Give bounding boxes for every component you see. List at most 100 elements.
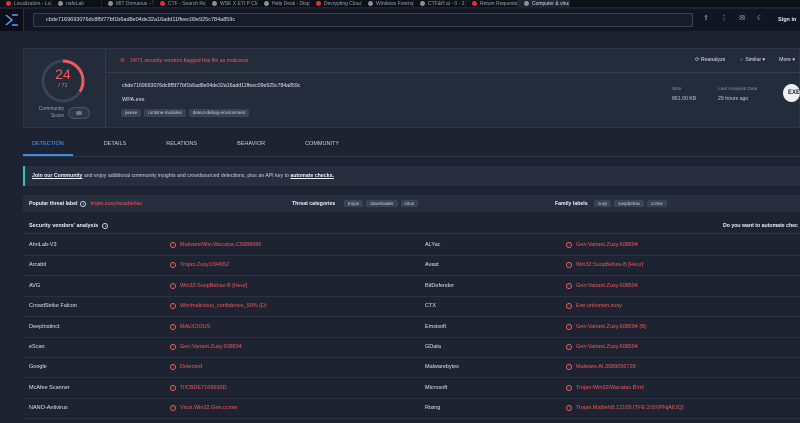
vendor-name: BitDefender [425,282,455,289]
browser-tab-label: Decrypting Cloudor it... [324,0,362,7]
vendor-name: Emsisoft [425,323,447,330]
more-button[interactable]: More ▾ [779,57,795,63]
vendor-name: ALYac [425,242,441,248]
browser-tab-label: Help Desk - Dispos... [272,0,310,7]
theme-toggle-icon[interactable]: ☾ [756,15,764,23]
vendor-result: ! Gen:Variant.Zusy.608594 [566,282,638,289]
vendor-result: ! Trojan.MalbehB.12109 (TFE:3:5lVPNjA8JQ) [566,405,684,412]
vendor-result: ! Ti!CBDE7169693D [170,384,227,391]
browser-tab-label: Windows Forensics... [376,0,414,7]
alert-circle-icon: ! [170,405,176,412]
automate-checks-link[interactable]: automate checks. [290,173,334,179]
browser-tab[interactable]: WSK X ETI P Cleaning... [206,0,258,7]
chat-icon[interactable]: ✉ [738,15,746,23]
family-labels-label: Family labels [555,200,588,207]
browser-tab-label: Localization - Loads... [14,0,51,7]
browser-tab[interactable]: Computer & virusto... [518,0,570,7]
signin-button[interactable]: Sign in [778,17,796,23]
browser-tab-label: CTF&H al - 0 - 2 ... [428,0,466,7]
file-tag[interactable]: detect-debug-environment [188,109,250,117]
vendor-result: ! Malware.AI.3689056728 [566,364,636,371]
browser-tab[interactable]: Decrypting Cloudor it... [310,0,362,7]
alert-circle-icon: ! [566,262,572,269]
alert-circle-icon: ! [170,323,176,330]
browser-tab[interactable]: Localization - Loads... [0,0,52,7]
upload-icon[interactable]: ⇪ [702,15,710,23]
file-name: WPA.exe [122,97,145,103]
browser-tab[interactable]: Windows Forensics... [362,0,414,7]
file-tag[interactable]: runtime-modules [144,109,186,117]
alert-circle-icon: ! [170,242,176,248]
alert-circle-icon: ! [170,303,176,310]
vendor-result: ! Win32:SuspBehav-B [Heur] [170,282,247,289]
threat-category-pill[interactable]: virus [400,200,419,207]
tab-details[interactable]: DETAILS [95,138,136,156]
malicious-alert: ⊘ 24/71 security vendors flagged this fi… [106,49,800,73]
browser-tab[interactable]: Retum Requests - ... [466,0,518,7]
family-label-pill[interactable]: zusy [594,200,612,207]
date-value: 29 hours ago [718,96,749,102]
automate-checks-prompt[interactable]: Do you want to automate chec [723,223,798,229]
detection-score-panel: 24 / 71 Community Score [24,49,106,129]
family-label-pill[interactable]: suspbehav [614,200,645,207]
threat-category-pill[interactable]: trojan [344,200,364,207]
file-tags: peexe runtime-modules detect-debug-environ… [121,109,250,117]
alert-circle-icon: ! [566,282,572,289]
tab-favicon-icon [524,1,529,6]
alert-circle-icon: ! [566,303,572,310]
tab-community[interactable]: COMMUNITY [296,138,348,156]
search-input[interactable]: cbde7169693076dc8f5f77bf1b6ad8e04de32a16… [33,13,693,27]
file-hash: cbde7169693076dc8f5f77bf1b6ad8e04de32a16… [122,83,301,89]
threat-category-pill[interactable]: downloader [366,200,398,207]
vendor-result: ! Exe.unknown.zusy [566,303,622,310]
detection-score: 24 [55,66,71,82]
browser-tab-label: CTF - Search Results [168,0,206,7]
vendors-analysis-header: Security vendors' analysis i Do you want… [23,218,800,234]
family-label-pill[interactable]: ccmw [647,200,667,207]
vendor-name: Avast [425,262,439,269]
community-score-label: Community Score [38,106,64,119]
vendor-result: ! Gen:Variant.Zusy.608594 [170,344,242,350]
join-community-link[interactable]: Join our Community [32,173,82,179]
alert-circle-icon: ! [170,262,176,269]
detection-total: / 71 [58,83,68,89]
threat-categories-label: Threat categories [292,200,336,207]
browser-tab[interactable]: nafeLab [52,0,102,7]
alert-circle-icon: ! [170,364,176,371]
logo-icon [5,14,18,26]
alert-circle-icon: ! [566,364,572,371]
threat-summary-bar: Popular threat label i trojan.zusy/suspb… [23,195,800,212]
community-banner: Join our Community and enjoy additional … [23,166,800,186]
apps-grid-icon[interactable]: ⋮ [720,15,728,23]
virustotal-logo[interactable] [0,9,24,31]
community-score-vote[interactable] [68,107,90,119]
date-label: Last Analysis Date [718,87,758,92]
vendor-result: ! Virus.Win32.Gen.ccmw [170,405,237,412]
browser-tab[interactable]: CTF&H al - 0 - 2 ... [414,0,466,7]
vendor-result: ! Malware/Win.Wacatac.C5888686 [170,242,261,248]
browser-tab[interactable]: Help Desk - Dispos... [258,0,310,7]
info-icon[interactable]: i [80,200,87,207]
vendor-name: Microsoft [425,384,448,391]
vendor-row: CrowdStrike Falcon ! Win/malicious_confide… [23,296,800,318]
tab-divider [23,156,800,157]
file-tag[interactable]: peexe [121,109,142,117]
browser-tab[interactable]: MIT Domanus - Tra... [102,0,154,7]
alert-circle-icon: ! [566,384,572,391]
tab-favicon-icon [316,1,321,6]
tab-detection[interactable]: DETECTION [23,138,73,156]
vendor-name: GData [425,344,441,350]
vendor-row: eScan ! Gen:Variant.Zusy.608594 GData ! Gen:V… [23,337,800,358]
tab-relations[interactable]: RELATIONS [157,138,206,156]
info-icon[interactable]: i [102,222,109,229]
similar-button[interactable]: ⁘ Similar ▾ [739,57,765,63]
browser-tab[interactable]: CTF - Search Results [154,0,206,7]
tab-favicon-icon [472,1,477,6]
alert-circle-icon: ! [170,282,176,289]
vendor-name: Google [29,364,47,371]
vendor-result: ! Gen:Variant.Zusy.608594 [566,344,638,350]
vendor-row: Google ! Detected Malwarebytes ! Malware.AI.3… [23,357,800,379]
tab-behavior[interactable]: BEHAVIOR [228,138,274,156]
reanalyze-button[interactable]: ⟳ Reanalyze [695,57,725,63]
vendor-row: NANO-Antivirus ! Virus.Win32.Gen.ccmw Risin… [23,398,800,420]
